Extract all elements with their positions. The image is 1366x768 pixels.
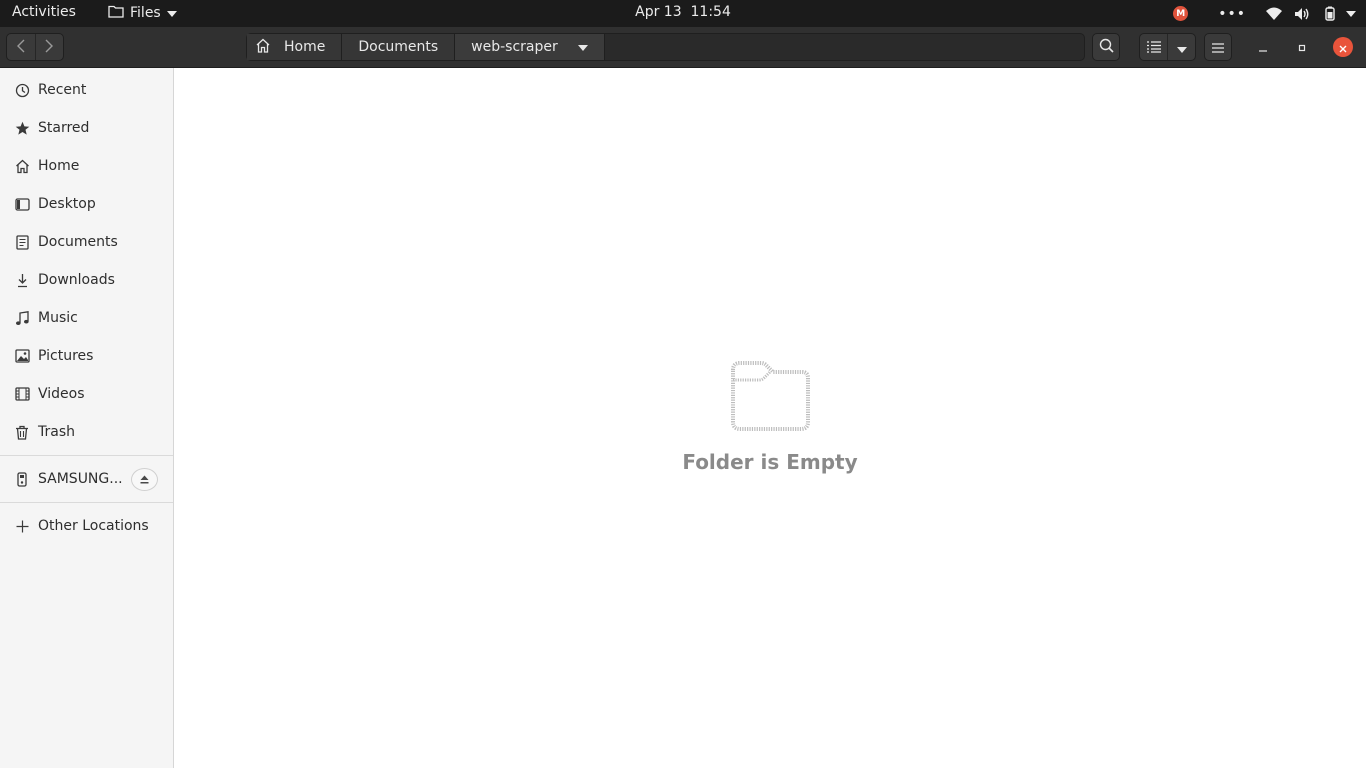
eject-button[interactable] bbox=[131, 468, 158, 491]
volume-icon[interactable] bbox=[1294, 7, 1310, 21]
sidebar-divider bbox=[0, 455, 173, 456]
sidebar-item-label: Desktop bbox=[38, 196, 96, 212]
sidebar-item-label: Trash bbox=[38, 424, 75, 440]
file-view[interactable]: Folder is Empty bbox=[174, 68, 1366, 768]
restore-icon bbox=[1297, 38, 1307, 57]
sidebar-item-label: Home bbox=[38, 158, 80, 174]
breadcrumb-current[interactable]: web-scraper bbox=[455, 34, 605, 60]
breadcrumb-label: Documents bbox=[358, 39, 439, 55]
list-view-icon bbox=[1146, 38, 1161, 57]
star-icon bbox=[14, 120, 30, 136]
breadcrumb-home[interactable]: Home bbox=[247, 34, 343, 60]
mega-letter: M bbox=[1176, 8, 1186, 19]
chevron-left-icon bbox=[16, 38, 25, 57]
list-view-button[interactable] bbox=[1140, 34, 1167, 60]
sidebar-item-label: Other Locations bbox=[38, 518, 149, 534]
breadcrumb-documents[interactable]: Documents bbox=[342, 34, 456, 60]
chevron-down-icon[interactable] bbox=[1346, 10, 1356, 17]
sidebar-item-recent[interactable]: Recent bbox=[0, 71, 173, 109]
sidebar-item-starred[interactable]: Starred bbox=[0, 109, 173, 147]
empty-folder-icon bbox=[729, 360, 811, 436]
caret-down-icon bbox=[166, 5, 177, 21]
view-toggle-group bbox=[1139, 33, 1196, 61]
navigation-buttons bbox=[6, 33, 64, 61]
drive-icon bbox=[14, 471, 30, 487]
home-icon bbox=[255, 38, 284, 57]
sidebar-item-label: SAMSUNG... bbox=[38, 471, 123, 487]
breadcrumb-label: web-scraper bbox=[471, 39, 558, 55]
mega-icon[interactable]: M bbox=[1173, 6, 1189, 21]
activities-button[interactable]: Activities bbox=[12, 4, 76, 20]
video-icon bbox=[14, 386, 30, 402]
download-icon bbox=[14, 272, 30, 288]
search-button[interactable] bbox=[1092, 33, 1120, 61]
hamburger-icon bbox=[1212, 38, 1224, 57]
header-bar: Home Documents web-scraper bbox=[0, 27, 1366, 68]
sidebar-item-videos[interactable]: Videos bbox=[0, 375, 173, 413]
top-bar: Activities Files Apr 13 11:54 M ••• bbox=[0, 0, 1366, 27]
plus-icon bbox=[14, 518, 30, 534]
sidebar-item-other-locations[interactable]: Other Locations bbox=[0, 507, 173, 545]
empty-state: Folder is Empty bbox=[174, 360, 1366, 474]
close-icon bbox=[1339, 38, 1347, 57]
trash-icon bbox=[14, 424, 30, 440]
clock-time: 11:54 bbox=[690, 4, 731, 20]
main-menu-button[interactable] bbox=[1204, 33, 1232, 61]
sidebar-item-label: Videos bbox=[38, 386, 85, 402]
sidebar-item-device[interactable]: SAMSUNG... bbox=[0, 460, 173, 498]
document-icon bbox=[14, 234, 30, 250]
home-icon bbox=[14, 158, 30, 174]
breadcrumb-label: Home bbox=[284, 39, 326, 55]
chevron-right-icon bbox=[45, 38, 54, 57]
caret-down-icon bbox=[1176, 38, 1187, 57]
folder-icon bbox=[108, 4, 124, 22]
forward-button[interactable] bbox=[34, 34, 64, 60]
sidebar-item-label: Downloads bbox=[38, 272, 115, 288]
app-menu-label: Files bbox=[130, 5, 161, 21]
empty-folder-message: Folder is Empty bbox=[682, 450, 858, 474]
sidebar-item-music[interactable]: Music bbox=[0, 299, 173, 337]
maximize-button[interactable] bbox=[1292, 37, 1312, 57]
view-options-button[interactable] bbox=[1167, 34, 1195, 60]
sidebar-divider bbox=[0, 502, 173, 503]
desktop-icon bbox=[14, 196, 30, 212]
sidebar-item-downloads[interactable]: Downloads bbox=[0, 261, 173, 299]
wifi-icon[interactable] bbox=[1266, 7, 1282, 20]
sidebar-item-label: Pictures bbox=[38, 348, 94, 364]
sidebar-item-label: Starred bbox=[38, 120, 90, 136]
app-menu[interactable]: Files bbox=[108, 4, 177, 22]
sidebar-item-desktop[interactable]: Desktop bbox=[0, 185, 173, 223]
sidebar-item-documents[interactable]: Documents bbox=[0, 223, 173, 261]
sidebar-item-label: Documents bbox=[38, 234, 118, 250]
places-sidebar: Recent Starred Home Desktop Documents Do… bbox=[0, 68, 174, 768]
search-icon bbox=[1099, 38, 1114, 57]
music-icon bbox=[14, 310, 30, 326]
picture-icon bbox=[14, 348, 30, 364]
clock-date: Apr 13 bbox=[635, 4, 682, 20]
caret-down-icon bbox=[577, 39, 588, 55]
back-button[interactable] bbox=[7, 34, 35, 60]
battery-icon[interactable] bbox=[1322, 6, 1338, 21]
sidebar-item-pictures[interactable]: Pictures bbox=[0, 337, 173, 375]
minimize-button[interactable] bbox=[1253, 37, 1273, 57]
clock-icon bbox=[14, 82, 30, 98]
close-button[interactable] bbox=[1333, 37, 1353, 57]
minimize-icon bbox=[1258, 38, 1268, 57]
sidebar-item-home[interactable]: Home bbox=[0, 147, 173, 185]
sidebar-item-label: Music bbox=[38, 310, 78, 326]
sidebar-item-trash[interactable]: Trash bbox=[0, 413, 173, 451]
eject-icon bbox=[140, 472, 149, 488]
system-tray[interactable]: M ••• bbox=[1159, 0, 1356, 27]
sidebar-item-label: Recent bbox=[38, 82, 87, 98]
more-dots-icon[interactable]: ••• bbox=[1218, 6, 1246, 22]
path-bar[interactable]: Home Documents web-scraper bbox=[246, 33, 1085, 61]
